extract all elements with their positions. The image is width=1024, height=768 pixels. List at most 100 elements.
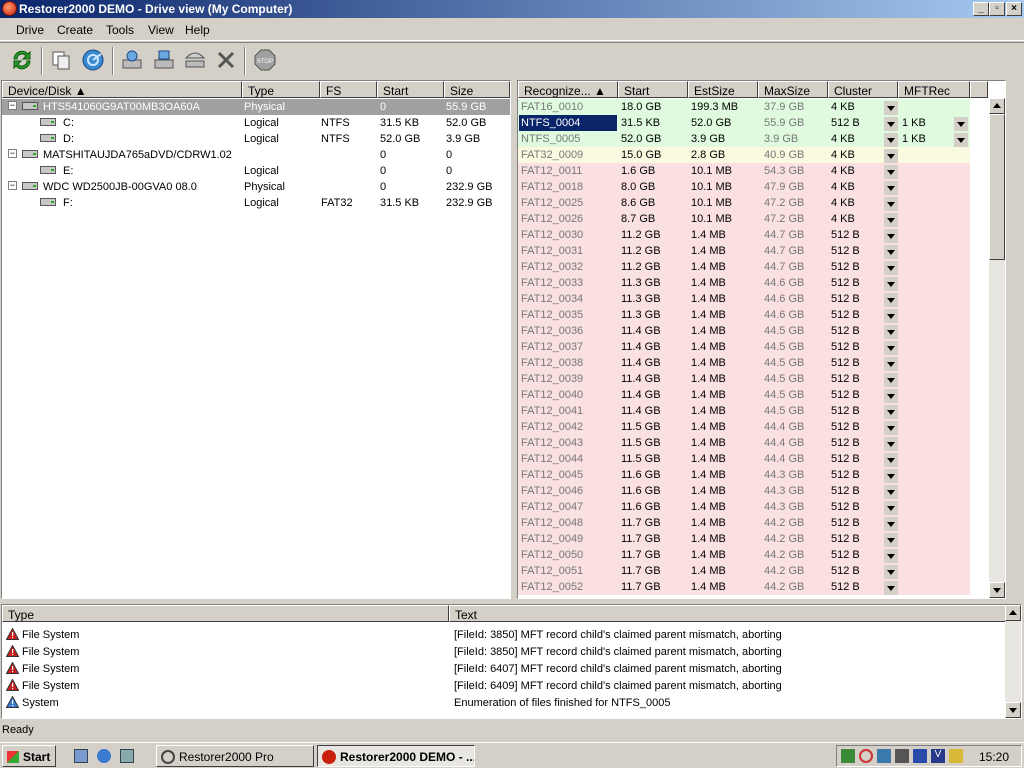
- partition-row[interactable]: FAT12_0030 11.2 GB 1.4 MB 44.7 GB 512 B: [518, 227, 970, 243]
- refresh-icon[interactable]: [10, 48, 34, 72]
- partition-row[interactable]: FAT12_0033 11.3 GB 1.4 MB 44.6 GB 512 B: [518, 275, 970, 291]
- partition-row[interactable]: FAT12_0039 11.4 GB 1.4 MB 44.5 GB 512 B: [518, 371, 970, 387]
- scroll-down-button[interactable]: [989, 582, 1005, 598]
- mftrec-dropdown-icon[interactable]: [954, 133, 968, 147]
- cluster-dropdown-icon[interactable]: [884, 277, 898, 291]
- partition-row[interactable]: FAT12_0031 11.2 GB 1.4 MB 44.7 GB 512 B: [518, 243, 970, 259]
- device-row[interactable]: E: Logical 0 0: [2, 163, 510, 179]
- device-icon[interactable]: [913, 749, 927, 763]
- col-start[interactable]: Start: [377, 81, 444, 98]
- col-size[interactable]: Size: [444, 81, 510, 98]
- open-drive-icon[interactable]: [120, 48, 144, 72]
- partition-row[interactable]: FAT12_0038 11.4 GB 1.4 MB 44.5 GB 512 B: [518, 355, 970, 371]
- title-bar[interactable]: Restorer2000 DEMO - Drive view (My Compu…: [0, 0, 1024, 18]
- partition-row[interactable]: FAT12_0047 11.6 GB 1.4 MB 44.3 GB 512 B: [518, 499, 970, 515]
- partition-row[interactable]: FAT12_0011 1.6 GB 10.1 MB 54.3 GB 4 KB: [518, 163, 970, 179]
- cluster-dropdown-icon[interactable]: [884, 533, 898, 547]
- partition-row[interactable]: FAT12_0025 8.6 GB 10.1 MB 47.2 GB 4 KB: [518, 195, 970, 211]
- cluster-dropdown-icon[interactable]: [884, 357, 898, 371]
- cluster-dropdown-icon[interactable]: [884, 309, 898, 323]
- partition-row[interactable]: FAT12_0050 11.7 GB 1.4 MB 44.2 GB 512 B: [518, 547, 970, 563]
- scan-icon[interactable]: [81, 48, 105, 72]
- cluster-dropdown-icon[interactable]: [884, 469, 898, 483]
- cluster-dropdown-icon[interactable]: [884, 197, 898, 211]
- cluster-dropdown-icon[interactable]: [884, 213, 898, 227]
- partition-row[interactable]: FAT12_0037 11.4 GB 1.4 MB 44.5 GB 512 B: [518, 339, 970, 355]
- device-tree[interactable]: Device/Disk ▲ Type FS Start Size − HTS541…: [1, 80, 511, 599]
- partition-row[interactable]: FAT12_0052 11.7 GB 1.4 MB 44.2 GB 512 B: [518, 579, 970, 595]
- partition-row[interactable]: FAT32_0009 15.0 GB 2.8 GB 40.9 GB 4 KB: [518, 147, 970, 163]
- cluster-dropdown-icon[interactable]: [884, 437, 898, 451]
- col-log-type[interactable]: Type: [2, 605, 449, 622]
- partition-row[interactable]: FAT12_0040 11.4 GB 1.4 MB 44.5 GB 512 B: [518, 387, 970, 403]
- partition-row[interactable]: FAT12_0035 11.3 GB 1.4 MB 44.6 GB 512 B: [518, 307, 970, 323]
- explorer-icon[interactable]: [120, 749, 134, 763]
- device-row[interactable]: D: Logical NTFS 52.0 GB 3.9 GB: [2, 131, 510, 147]
- mftrec-dropdown-icon[interactable]: [954, 117, 968, 131]
- partition-row[interactable]: FAT12_0048 11.7 GB 1.4 MB 44.2 GB 512 B: [518, 515, 970, 531]
- log-scrollbar[interactable]: [1005, 605, 1021, 718]
- cluster-dropdown-icon[interactable]: [884, 389, 898, 403]
- log-row[interactable]: System Enumeration of files finished for …: [2, 694, 1002, 711]
- col-estsize[interactable]: EstSize: [688, 81, 758, 98]
- monitor-icon[interactable]: [895, 749, 909, 763]
- device-row[interactable]: − MATSHITAUJDA765aDVD/CDRW1.02 0 0: [2, 147, 510, 163]
- disconnect-icon[interactable]: [214, 48, 238, 72]
- partition-row[interactable]: FAT12_0042 11.5 GB 1.4 MB 44.4 GB 512 B: [518, 419, 970, 435]
- partition-scrollbar[interactable]: [989, 98, 1005, 598]
- scroll-up-button[interactable]: [989, 98, 1005, 114]
- partition-row[interactable]: FAT12_0036 11.4 GB 1.4 MB 44.5 GB 512 B: [518, 323, 970, 339]
- cluster-dropdown-icon[interactable]: [884, 101, 898, 115]
- collapse-toggle[interactable]: −: [8, 101, 17, 110]
- log-scroll-down-button[interactable]: [1005, 702, 1021, 718]
- cluster-dropdown-icon[interactable]: [884, 229, 898, 243]
- device-row[interactable]: F: Logical FAT32 31.5 KB 232.9 GB: [2, 195, 510, 211]
- cluster-dropdown-icon[interactable]: [884, 565, 898, 579]
- partition-row[interactable]: FAT12_0051 11.7 GB 1.4 MB 44.2 GB 512 B: [518, 563, 970, 579]
- partition-row[interactable]: FAT12_0043 11.5 GB 1.4 MB 44.4 GB 512 B: [518, 435, 970, 451]
- display-icon[interactable]: [877, 749, 891, 763]
- cluster-dropdown-icon[interactable]: [884, 341, 898, 355]
- task-restorer-pro[interactable]: Restorer2000 Pro: [156, 745, 314, 767]
- scroll-thumb[interactable]: [989, 114, 1005, 260]
- partition-row[interactable]: FAT12_0018 8.0 GB 10.1 MB 47.9 GB 4 KB: [518, 179, 970, 195]
- menu-tools[interactable]: Tools: [106, 23, 134, 37]
- menu-view[interactable]: View: [148, 23, 174, 37]
- cluster-dropdown-icon[interactable]: [884, 501, 898, 515]
- partition-row[interactable]: NTFS_0005 52.0 GB 3.9 GB 3.9 GB 4 KB 1 KB: [518, 131, 970, 147]
- col-fs[interactable]: FS: [320, 81, 377, 98]
- cluster-dropdown-icon[interactable]: [884, 373, 898, 387]
- browser-icon[interactable]: [97, 749, 111, 763]
- menu-help[interactable]: Help: [185, 23, 210, 37]
- cluster-dropdown-icon[interactable]: [884, 325, 898, 339]
- log-row[interactable]: File System [FileId: 6407] MFT record chi…: [2, 660, 1002, 677]
- close-button[interactable]: ×: [1006, 2, 1022, 16]
- cluster-dropdown-icon[interactable]: [884, 181, 898, 195]
- cluster-dropdown-icon[interactable]: [884, 133, 898, 147]
- device-row[interactable]: − WDC WD2500JB-00GVA0 08.0 Physical 0 232.9 …: [2, 179, 510, 195]
- menu-drive[interactable]: Drive: [16, 23, 44, 37]
- cluster-dropdown-icon[interactable]: [884, 165, 898, 179]
- network-drive-icon[interactable]: [183, 48, 207, 72]
- col-recognized[interactable]: Recognize... ▲: [518, 81, 618, 98]
- col-device[interactable]: Device/Disk ▲: [2, 81, 242, 98]
- security-icon[interactable]: [859, 749, 873, 763]
- log-row[interactable]: File System [FileId: 3850] MFT record chi…: [2, 643, 1002, 660]
- col-start[interactable]: Start: [618, 81, 688, 98]
- start-button[interactable]: Start: [2, 745, 56, 767]
- network-icon[interactable]: [841, 749, 855, 763]
- log-row[interactable]: File System [FileId: 3850] MFT record chi…: [2, 626, 1002, 643]
- collapse-toggle[interactable]: −: [8, 149, 17, 158]
- partition-row[interactable]: FAT12_0045 11.6 GB 1.4 MB 44.3 GB 512 B: [518, 467, 970, 483]
- cluster-dropdown-icon[interactable]: [884, 261, 898, 275]
- cluster-dropdown-icon[interactable]: [884, 485, 898, 499]
- cluster-dropdown-icon[interactable]: [884, 549, 898, 563]
- partition-row[interactable]: FAT12_0041 11.4 GB 1.4 MB 44.5 GB 512 B: [518, 403, 970, 419]
- task-restorer-demo[interactable]: Restorer2000 DEMO - ...: [317, 745, 475, 767]
- stop-icon[interactable]: STOP: [253, 48, 277, 72]
- device-row[interactable]: − HTS541060G9AT00MB3OA60A Physical 0 55.9 GB: [2, 99, 510, 115]
- partition-row[interactable]: FAT12_0034 11.3 GB 1.4 MB 44.6 GB 512 B: [518, 291, 970, 307]
- log-scroll-up-button[interactable]: [1005, 605, 1021, 621]
- cluster-dropdown-icon[interactable]: [884, 581, 898, 595]
- cluster-dropdown-icon[interactable]: [884, 245, 898, 259]
